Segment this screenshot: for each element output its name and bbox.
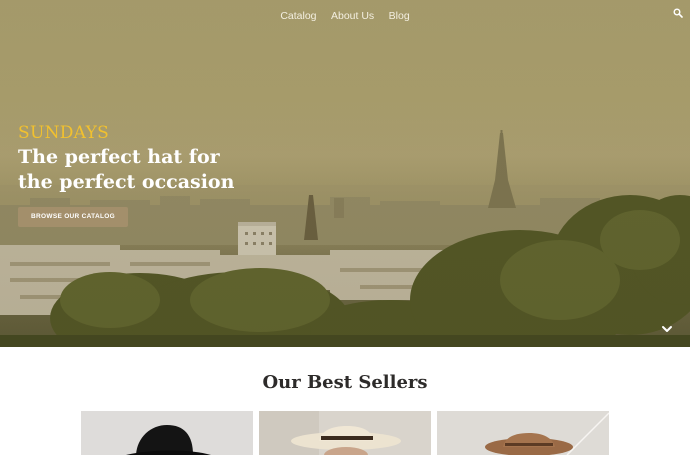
nav-link-about-us[interactable]: About Us <box>331 10 374 22</box>
product-grid <box>81 411 610 455</box>
hero-headline-line-1: The perfect hat for <box>18 146 220 168</box>
product-card-cream-hat[interactable] <box>259 411 431 455</box>
nav-link-blog[interactable]: Blog <box>389 10 410 22</box>
chevron-down-glyph <box>662 326 672 332</box>
top-navigation: Catalog About Us Blog <box>0 6 690 22</box>
hero-banner: Catalog About Us Blog SUNDAYS The perfec… <box>0 0 690 347</box>
product-card-black-hat[interactable] <box>81 411 253 455</box>
hero-headline: The perfect hat for the perfect occasion <box>18 145 278 195</box>
page: Catalog About Us Blog SUNDAYS The perfec… <box>0 0 690 455</box>
hero-brand: SUNDAYS <box>18 123 110 143</box>
best-sellers-title: Our Best Sellers <box>262 372 428 393</box>
search-icon[interactable] <box>673 8 683 18</box>
black-hat-photo <box>81 411 253 455</box>
chevron-down-icon[interactable] <box>661 324 673 334</box>
browse-catalog-button[interactable]: BROWSE OUR CATALOG <box>18 207 128 227</box>
cream-hat-photo <box>259 411 431 455</box>
hero-headline-line-2: the perfect occasion <box>18 171 235 193</box>
product-card-brown-hat[interactable] <box>437 411 609 455</box>
nav-link-catalog[interactable]: Catalog <box>280 10 316 22</box>
brown-hat-photo <box>437 411 609 455</box>
search-icon-glyph <box>673 8 683 18</box>
